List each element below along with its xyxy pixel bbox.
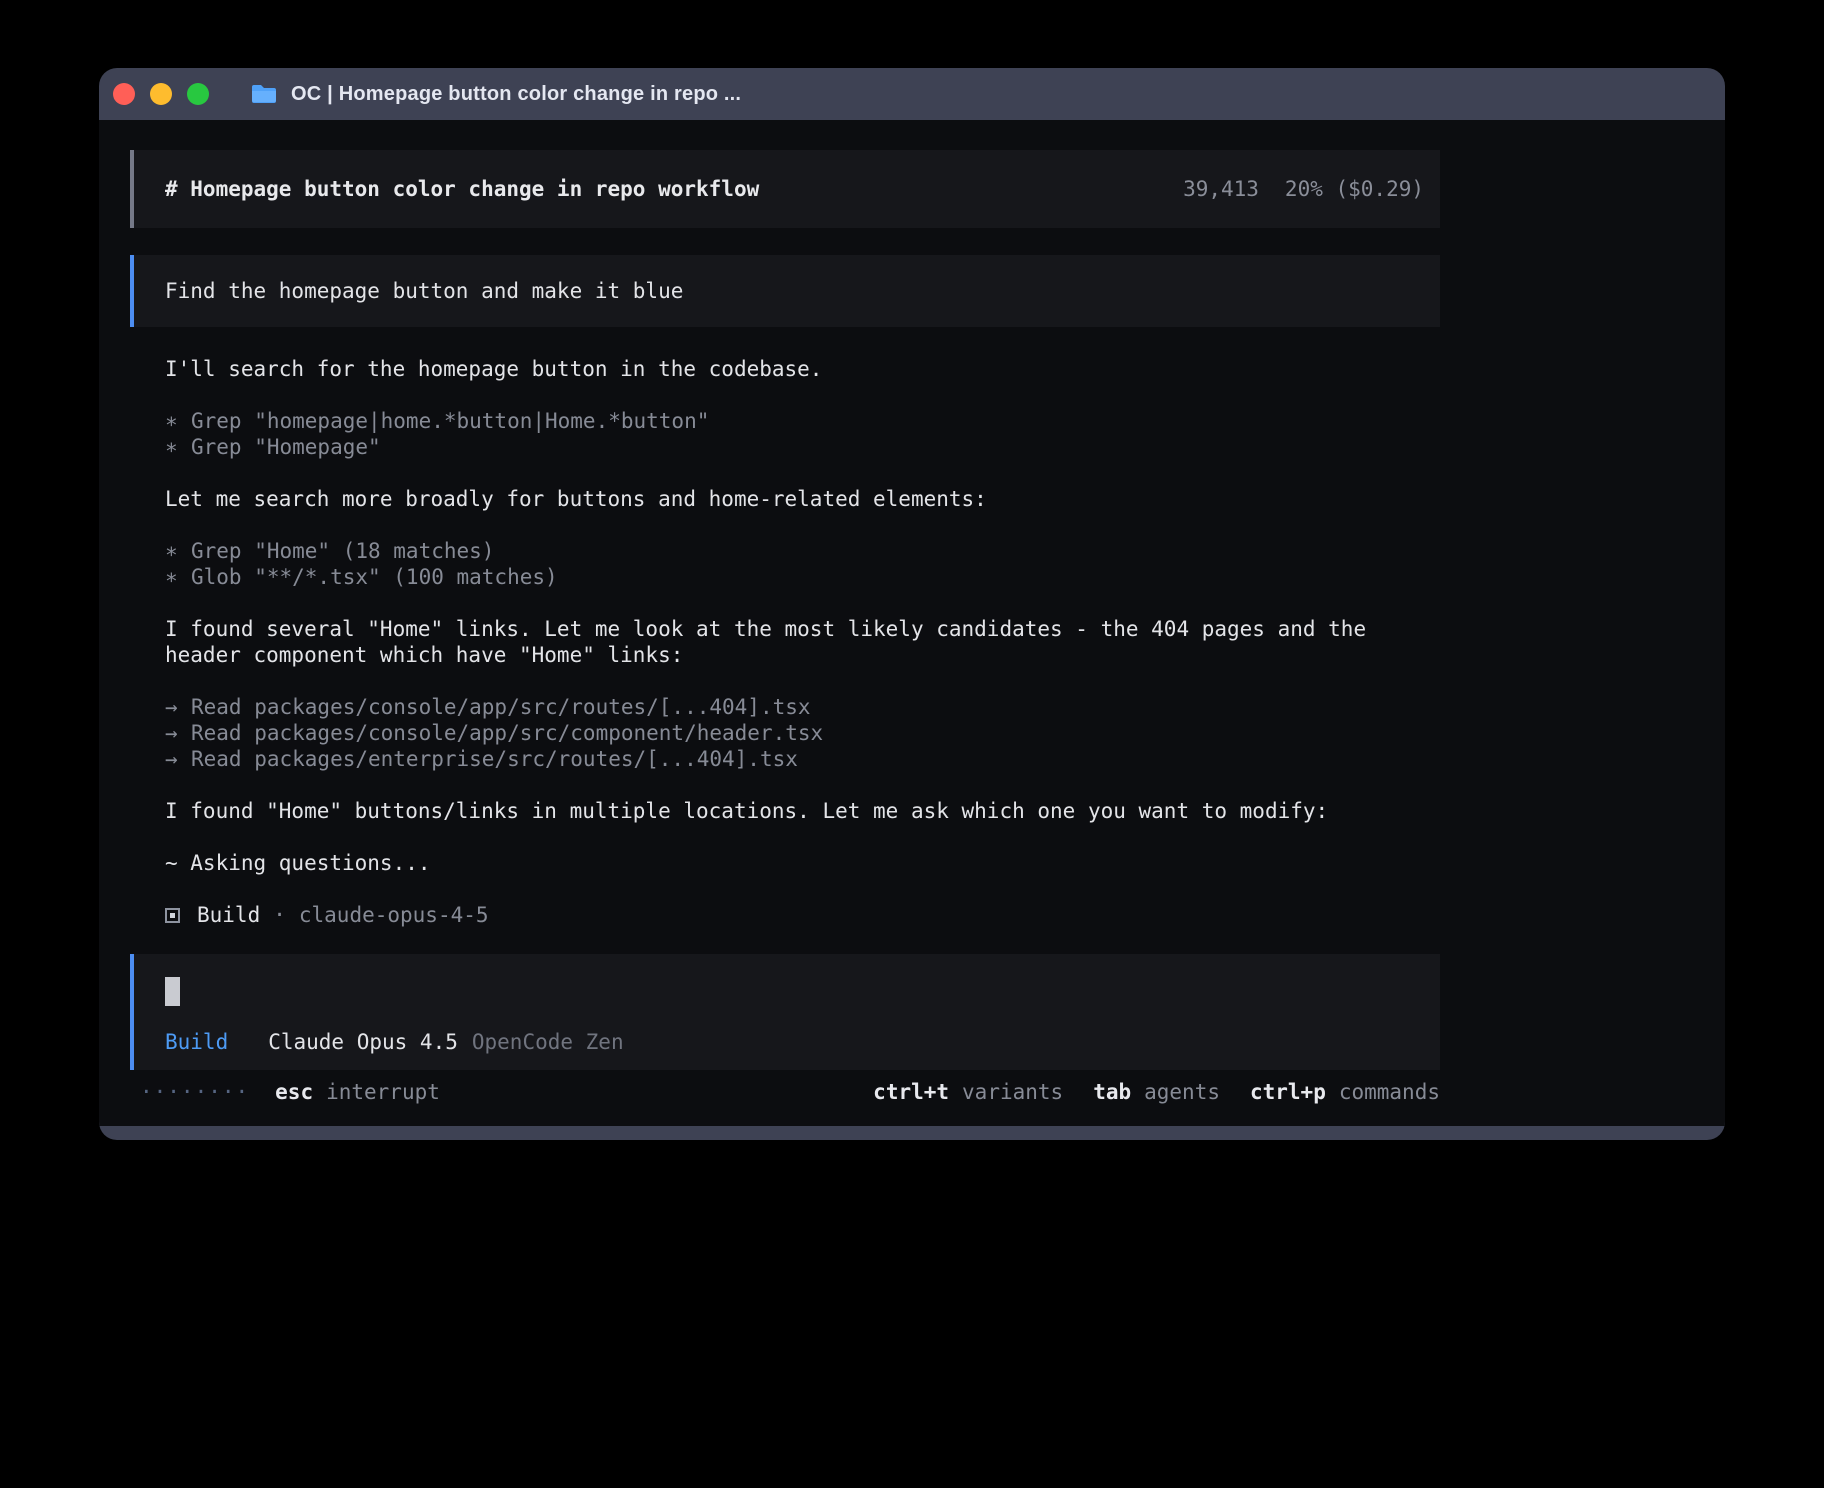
tool-marker-icon: ∗ (165, 538, 191, 564)
tool-call-grep: ∗ Grep "Homepage" (165, 434, 1440, 460)
tool-call-group: ∗ Grep "Home" (18 matches) ∗ Glob "**/*.… (165, 538, 1440, 590)
tool-call-group: → Read packages/console/app/src/routes/[… (165, 694, 1440, 772)
asking-questions-status: ~ Asking questions... (165, 850, 1440, 876)
session-stats: 39,413 20% ($0.29) (1183, 177, 1424, 201)
assistant-paragraph: I found several "Home" links. Let me loo… (165, 616, 1440, 668)
titlebar[interactable]: OC | Homepage button color change in rep… (99, 68, 1725, 120)
tool-call-text: Read packages/console/app/src/routes/[..… (191, 694, 811, 720)
window-title: OC | Homepage button color change in rep… (291, 83, 741, 106)
tool-call-text: Read packages/enterprise/src/routes/[...… (191, 746, 798, 772)
tool-call-read: → Read packages/console/app/src/componen… (165, 720, 1440, 746)
status-bar: ········ esc interrupt ctrl+t variants t… (130, 1080, 1440, 1104)
agent-status-line: Build · claude-opus-4-5 (165, 902, 1440, 928)
shortcut-key: ctrl+t (873, 1080, 949, 1104)
content-column: # Homepage button color change in repo w… (130, 150, 1440, 1104)
zoom-button[interactable] (187, 83, 209, 105)
prompt-input[interactable]: Build Claude Opus 4.5 OpenCode Zen (130, 954, 1440, 1070)
session-header: # Homepage button color change in repo w… (130, 150, 1440, 228)
terminal-window: OC | Homepage button color change in rep… (99, 68, 1725, 1140)
shortcut-label: commands (1339, 1080, 1440, 1104)
tool-call-text: Grep "Homepage" (191, 434, 381, 460)
agent-build-icon (165, 908, 180, 923)
tool-call-group: ∗ Grep "homepage|home.*button|Home.*butt… (165, 408, 1440, 460)
assistant-response: I'll search for the homepage button in t… (130, 356, 1440, 928)
tool-call-text: Glob "**/*.tsx" (100 matches) (191, 564, 558, 590)
spinner-dots: ········ (140, 1080, 249, 1104)
tool-marker-icon: ∗ (165, 434, 191, 460)
token-count: 39,413 (1183, 177, 1259, 201)
minimize-button[interactable] (150, 83, 172, 105)
tool-call-text: Grep "Home" (18 matches) (191, 538, 494, 564)
shortcut-interrupt: esc interrupt (275, 1080, 440, 1104)
tool-marker-icon: ∗ (165, 408, 191, 434)
input-model-name[interactable]: Claude Opus 4.5 (268, 1030, 458, 1054)
agent-name: Build (197, 902, 260, 928)
shortcut-label: agents (1144, 1080, 1220, 1104)
tool-call-text: Grep "homepage|home.*button|Home.*button… (191, 408, 709, 434)
shortcut-commands: ctrl+p commands (1250, 1080, 1440, 1104)
close-button[interactable] (113, 83, 135, 105)
arrow-right-icon: → (165, 746, 191, 772)
user-message-text: Find the homepage button and make it blu… (165, 279, 683, 303)
agent-model: claude-opus-4-5 (299, 902, 489, 928)
tool-call-grep: ∗ Grep "homepage|home.*button|Home.*butt… (165, 408, 1440, 434)
shortcut-key: tab (1093, 1080, 1131, 1104)
tool-marker-icon: ∗ (165, 564, 191, 590)
tool-call-glob: ∗ Glob "**/*.tsx" (100 matches) (165, 564, 1440, 590)
assistant-paragraph: I'll search for the homepage button in t… (165, 356, 1440, 382)
shortcut-key: ctrl+p (1250, 1080, 1326, 1104)
terminal-content: # Homepage button color change in repo w… (99, 120, 1725, 1126)
assistant-paragraph: I found "Home" buttons/links in multiple… (165, 798, 1440, 824)
input-agent-mode[interactable]: Build (165, 1030, 228, 1054)
shortcut-label: interrupt (326, 1080, 440, 1104)
shortcut-agents: tab agents (1093, 1080, 1220, 1104)
text-cursor[interactable] (165, 977, 180, 1006)
assistant-paragraph: Let me search more broadly for buttons a… (165, 486, 1440, 512)
tool-call-text: Read packages/console/app/src/component/… (191, 720, 823, 746)
shortcut-label: variants (962, 1080, 1063, 1104)
tool-call-read: → Read packages/console/app/src/routes/[… (165, 694, 1440, 720)
user-message: Find the homepage button and make it blu… (130, 255, 1440, 327)
arrow-right-icon: → (165, 694, 191, 720)
tool-call-grep: ∗ Grep "Home" (18 matches) (165, 538, 1440, 564)
context-cost: 20% ($0.29) (1285, 177, 1424, 201)
input-meta: Build Claude Opus 4.5 OpenCode Zen (165, 1030, 1440, 1054)
separator-dot: · (273, 902, 286, 928)
input-provider-name: OpenCode Zen (472, 1030, 624, 1054)
folder-icon (250, 83, 278, 105)
tool-call-read: → Read packages/enterprise/src/routes/[.… (165, 746, 1440, 772)
shortcut-variants: ctrl+t variants (873, 1080, 1063, 1104)
session-title: # Homepage button color change in repo w… (165, 177, 759, 201)
shortcut-hints: ctrl+t variants tab agents ctrl+p comman… (873, 1080, 1440, 1104)
arrow-right-icon: → (165, 720, 191, 746)
shortcut-key: esc (275, 1080, 313, 1104)
